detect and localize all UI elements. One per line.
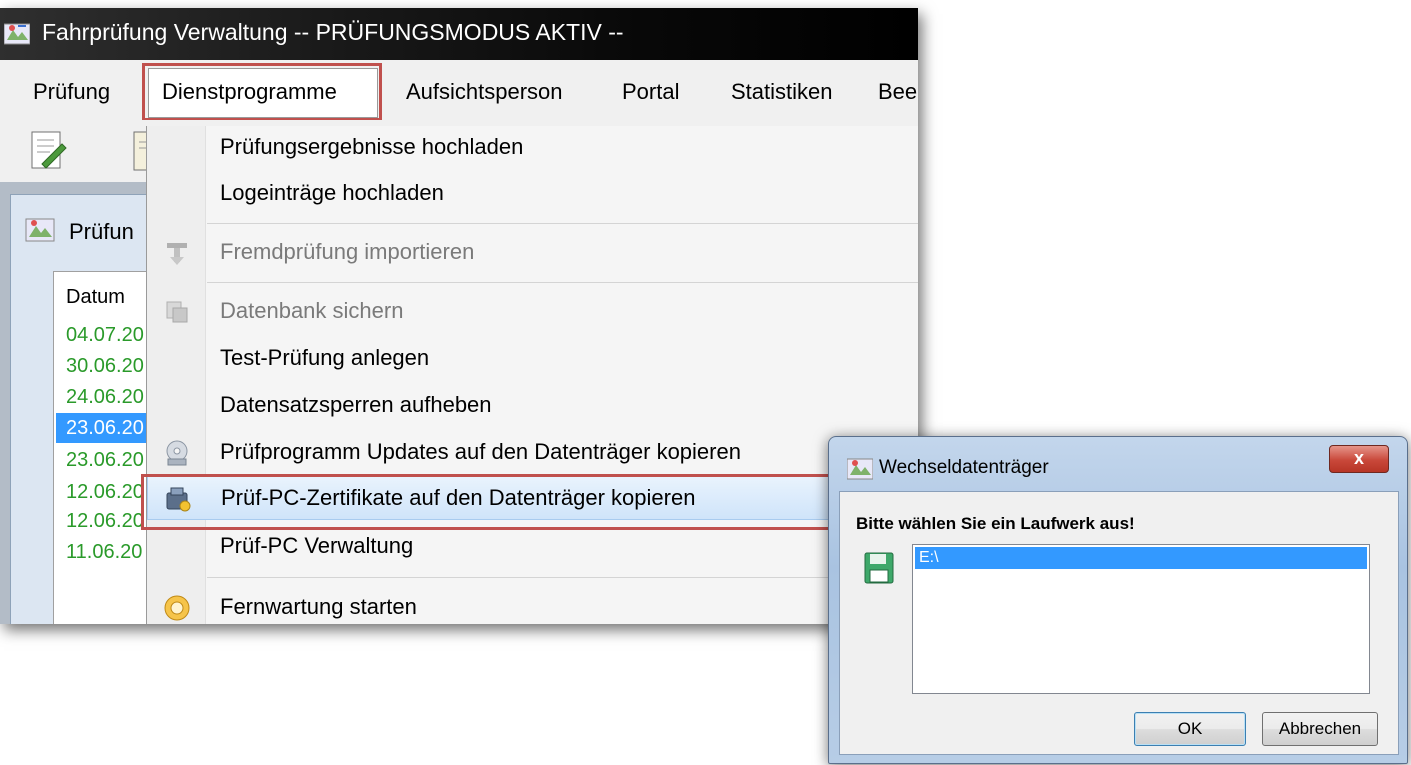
menu-item-label: Prüf-PC Verwaltung xyxy=(220,533,414,558)
menu-item-fernwartung-starten[interactable]: Fernwartung starten xyxy=(147,586,918,624)
child-window-icon xyxy=(25,218,55,242)
menu-item-label: Test-Prüfung anlegen xyxy=(220,345,430,370)
drive-list[interactable]: E:\ xyxy=(912,544,1370,694)
dialog-body: Bitte wählen Sie ein Laufwerk aus! E:\ O… xyxy=(839,491,1399,755)
menu-separator xyxy=(207,577,918,578)
cancel-button[interactable]: Abbrechen xyxy=(1262,712,1378,746)
certificate-icon xyxy=(166,487,191,512)
menu-pruefung[interactable]: Prüfung xyxy=(33,79,110,105)
menu-item-label: Logeinträge hochladen xyxy=(220,180,444,205)
menu-item-label: Fernwartung starten xyxy=(220,594,417,619)
title-bar[interactable]: Fahrprüfung Verwaltung -- PRÜFUNGSMODUS … xyxy=(0,8,918,60)
menu-item-pruefungsergebnisse-hochladen[interactable]: Prüfungsergebnisse hochladen xyxy=(147,126,918,170)
remote-support-icon xyxy=(164,595,190,621)
close-button[interactable]: x xyxy=(1329,445,1389,473)
menu-separator xyxy=(207,223,918,224)
ok-button[interactable]: OK xyxy=(1134,712,1246,746)
menu-item-label: Datensatzsperren aufheben xyxy=(220,392,492,417)
floppy-disk-icon xyxy=(864,552,894,584)
menu-item-pruef-pc-verwaltung[interactable]: Prüf-PC Verwaltung xyxy=(147,525,918,569)
menu-portal[interactable]: Portal xyxy=(622,79,679,105)
menu-item-test-pruefung-anlegen[interactable]: Test-Prüfung anlegen xyxy=(147,337,918,381)
dialog-app-icon xyxy=(847,458,873,480)
main-window: Fahrprüfung Verwaltung -- PRÜFUNGSMODUS … xyxy=(0,8,918,624)
dialog-prompt: Bitte wählen Sie ein Laufwerk aus! xyxy=(856,514,1135,533)
menu-item-label: Prüfprogramm Updates auf den Datenträger… xyxy=(220,439,741,464)
menu-bar: Prüfung Dienstprogramme Aufsichtsperson … xyxy=(0,63,918,121)
drive-item-selected[interactable]: E:\ xyxy=(915,547,1367,569)
menu-item-fremdpruefung-importieren[interactable]: Fremdprüfung importieren xyxy=(147,231,918,275)
window-title: Fahrprüfung Verwaltung -- PRÜFUNGSMODUS … xyxy=(42,19,624,45)
dialog-title: Wechseldatenträger xyxy=(879,457,1049,478)
wechseldatentraeger-dialog: Wechseldatenträger x Bitte wählen Sie ei… xyxy=(828,436,1408,764)
menu-aufsichtsperson[interactable]: Aufsichtsperson xyxy=(406,79,563,105)
menu-item-label: Datenbank sichern xyxy=(220,298,404,323)
dienstprogramme-menu: Prüfungsergebnisse hochladen Logeinträge… xyxy=(146,126,918,624)
menu-bee[interactable]: Bee xyxy=(878,79,917,105)
menu-item-logeintraege-hochladen[interactable]: Logeinträge hochladen xyxy=(147,172,918,216)
import-icon xyxy=(167,243,187,265)
app-icon xyxy=(4,23,30,45)
menu-item-label: Fremdprüfung importieren xyxy=(220,239,475,264)
menu-item-datenbank-sichern[interactable]: Datenbank sichern xyxy=(147,290,918,334)
database-backup-icon xyxy=(166,301,188,323)
menu-item-label: Prüf-PC-Zertifikate auf den Datenträger … xyxy=(221,485,696,510)
child-window-title: Prüfun xyxy=(69,219,134,244)
menu-item-pruefprogramm-updates-kopieren[interactable]: Prüfprogramm Updates auf den Datenträger… xyxy=(147,431,918,475)
menu-statistiken[interactable]: Statistiken xyxy=(731,79,833,105)
menu-item-label: Prüfungsergebnisse hochladen xyxy=(220,134,524,159)
menu-separator xyxy=(207,282,918,283)
menu-dienstprogramme[interactable]: Dienstprogramme xyxy=(162,79,337,105)
disc-icon xyxy=(166,440,188,466)
menu-item-pruef-pc-zertifikate-kopieren[interactable]: Prüf-PC-Zertifikate auf den Datenträger … xyxy=(147,476,918,520)
edit-document-icon[interactable] xyxy=(28,128,68,172)
menu-item-datensatzsperren-aufheben[interactable]: Datensatzsperren aufheben xyxy=(147,384,918,428)
column-header-datum[interactable]: Datum xyxy=(66,286,125,309)
